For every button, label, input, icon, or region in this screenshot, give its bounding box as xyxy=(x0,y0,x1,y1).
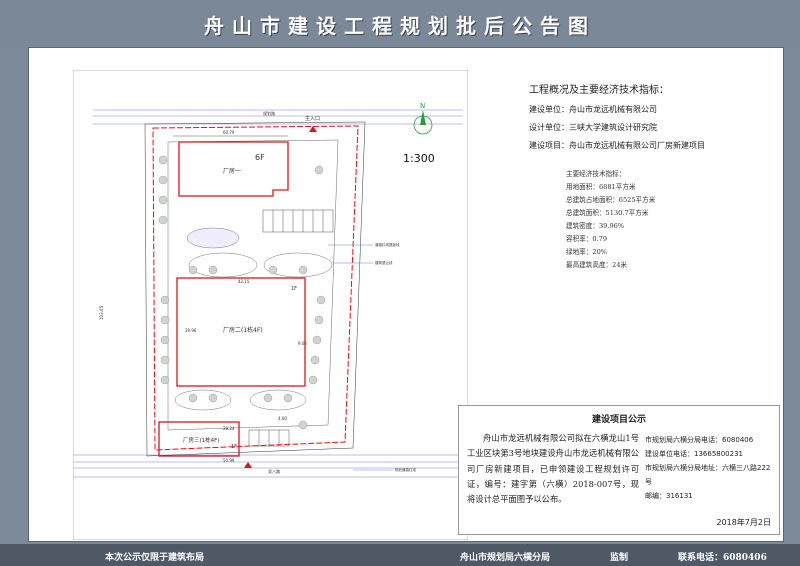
svg-text:1F: 1F xyxy=(231,444,237,450)
svg-text:规划道路红线: 规划道路红线 xyxy=(395,467,416,472)
project-info: 工程概况及主要经济技术指标： 建设单位：舟山市龙远机械有限公司 设计单位：三峡大… xyxy=(529,81,769,158)
info-owner: 建设单位：舟山市龙远机械有限公司 xyxy=(529,105,657,114)
indicator-item: 总建筑占地面积：6525平方米 xyxy=(566,196,656,204)
svg-text:60.79: 60.79 xyxy=(223,130,235,135)
site-plan: 厂房一 6F 厂房二(1栋4F) 1F 42.15 39.96 厂房三(1栋4F… xyxy=(73,70,468,540)
notice-body: 舟山市龙远机械有限公司拟在六横龙山1号工业区块第3号地块建设舟山市龙远机械有限公… xyxy=(467,433,639,505)
indicator-item: 总建筑面积：5130.7平方米 xyxy=(566,209,649,217)
entrance-label: 主入口 xyxy=(305,115,320,122)
footer-org: 舟山市规划局六横分局 xyxy=(460,553,551,563)
info-designer: 设计单位：三峡大学建筑设计研究院 xyxy=(529,123,657,132)
svg-text:厂房三(1栋4F): 厂房三(1栋4F) xyxy=(183,436,219,444)
svg-text:9.00: 9.00 xyxy=(298,341,307,346)
info-project: 建设项目：舟山市龙远机械有限公司厂房新建项目 xyxy=(529,141,705,150)
green-oval-1 xyxy=(186,227,240,249)
header-banner: 舟山市建设工程规划批后公告图 xyxy=(0,0,800,48)
postcode: 邮编：316131 xyxy=(645,492,693,500)
svg-text:厂房二(1栋4F): 厂房二(1栋4F) xyxy=(223,326,263,334)
svg-text:建筑退让线: 建筑退让线 xyxy=(375,260,393,265)
indicator-item: 建筑密度：39.96% xyxy=(566,222,625,230)
svg-text:39.96: 39.96 xyxy=(185,328,197,333)
indicator-title: 主要经济技术指标： xyxy=(566,170,626,178)
owner-phone: 建设单位电话：13665800231 xyxy=(645,450,743,458)
bureau-address: 市规划局六横分局地址：六横三八路222号 xyxy=(645,464,771,486)
svg-text:1F: 1F xyxy=(291,286,297,292)
info-title: 工程概况及主要经济技术指标： xyxy=(529,85,669,96)
svg-text:42.15: 42.15 xyxy=(238,279,250,284)
svg-text:50.99: 50.99 xyxy=(223,458,235,463)
indicator-item: 绿地率：20% xyxy=(566,248,608,256)
footer-bar: 本次公示仅限于建筑布局 舟山市规划局六横分局 监制 联系电话：6080406 xyxy=(0,544,800,566)
svg-text:道路红线退距线: 道路红线退距线 xyxy=(375,242,400,247)
page-title: 舟山市建设工程规划批后公告图 xyxy=(204,13,596,38)
svg-text:规划路: 规划路 xyxy=(263,110,275,116)
footer-phone: 联系电话：6080406 xyxy=(678,553,767,563)
notice-date: 2018年7月2日 xyxy=(716,518,771,527)
bureau-phone: 市规划局六横分局电话：6080406 xyxy=(645,436,754,444)
svg-text:4.00: 4.00 xyxy=(278,416,287,421)
indicator-item: 最高建筑高度：24米 xyxy=(566,261,628,269)
indicator-item: 容积率：0.79 xyxy=(566,235,608,243)
svg-text:103.05: 103.05 xyxy=(99,306,104,320)
scale-label: 1:300 xyxy=(403,152,435,165)
svg-text:28.24: 28.24 xyxy=(223,426,235,431)
indicator-item: 用地面积：6881平方米 xyxy=(566,183,636,191)
svg-text:N: N xyxy=(420,102,425,110)
svg-text:6F: 6F xyxy=(255,153,265,162)
footer-supervise: 监制 xyxy=(610,553,629,563)
project-notice: 建设项目公示 舟山市龙远机械有限公司拟在六横龙山1号工业区块第3号地块建设舟山市… xyxy=(458,405,780,535)
notice-contacts: 市规划局六横分局电话：6080406 建设单位电话：13665800231 市规… xyxy=(645,431,771,507)
notice-title: 建设项目公示 xyxy=(591,415,646,425)
svg-text:双八路: 双八路 xyxy=(268,468,280,474)
svg-text:厂房一: 厂房一 xyxy=(223,167,241,175)
indicator-list: 主要经济技术指标： 用地面积：6881平方米 总建筑占地面积：6525平方米 总… xyxy=(566,168,766,272)
footer-disclaimer: 本次公示仅限于建筑布局 xyxy=(105,553,205,563)
